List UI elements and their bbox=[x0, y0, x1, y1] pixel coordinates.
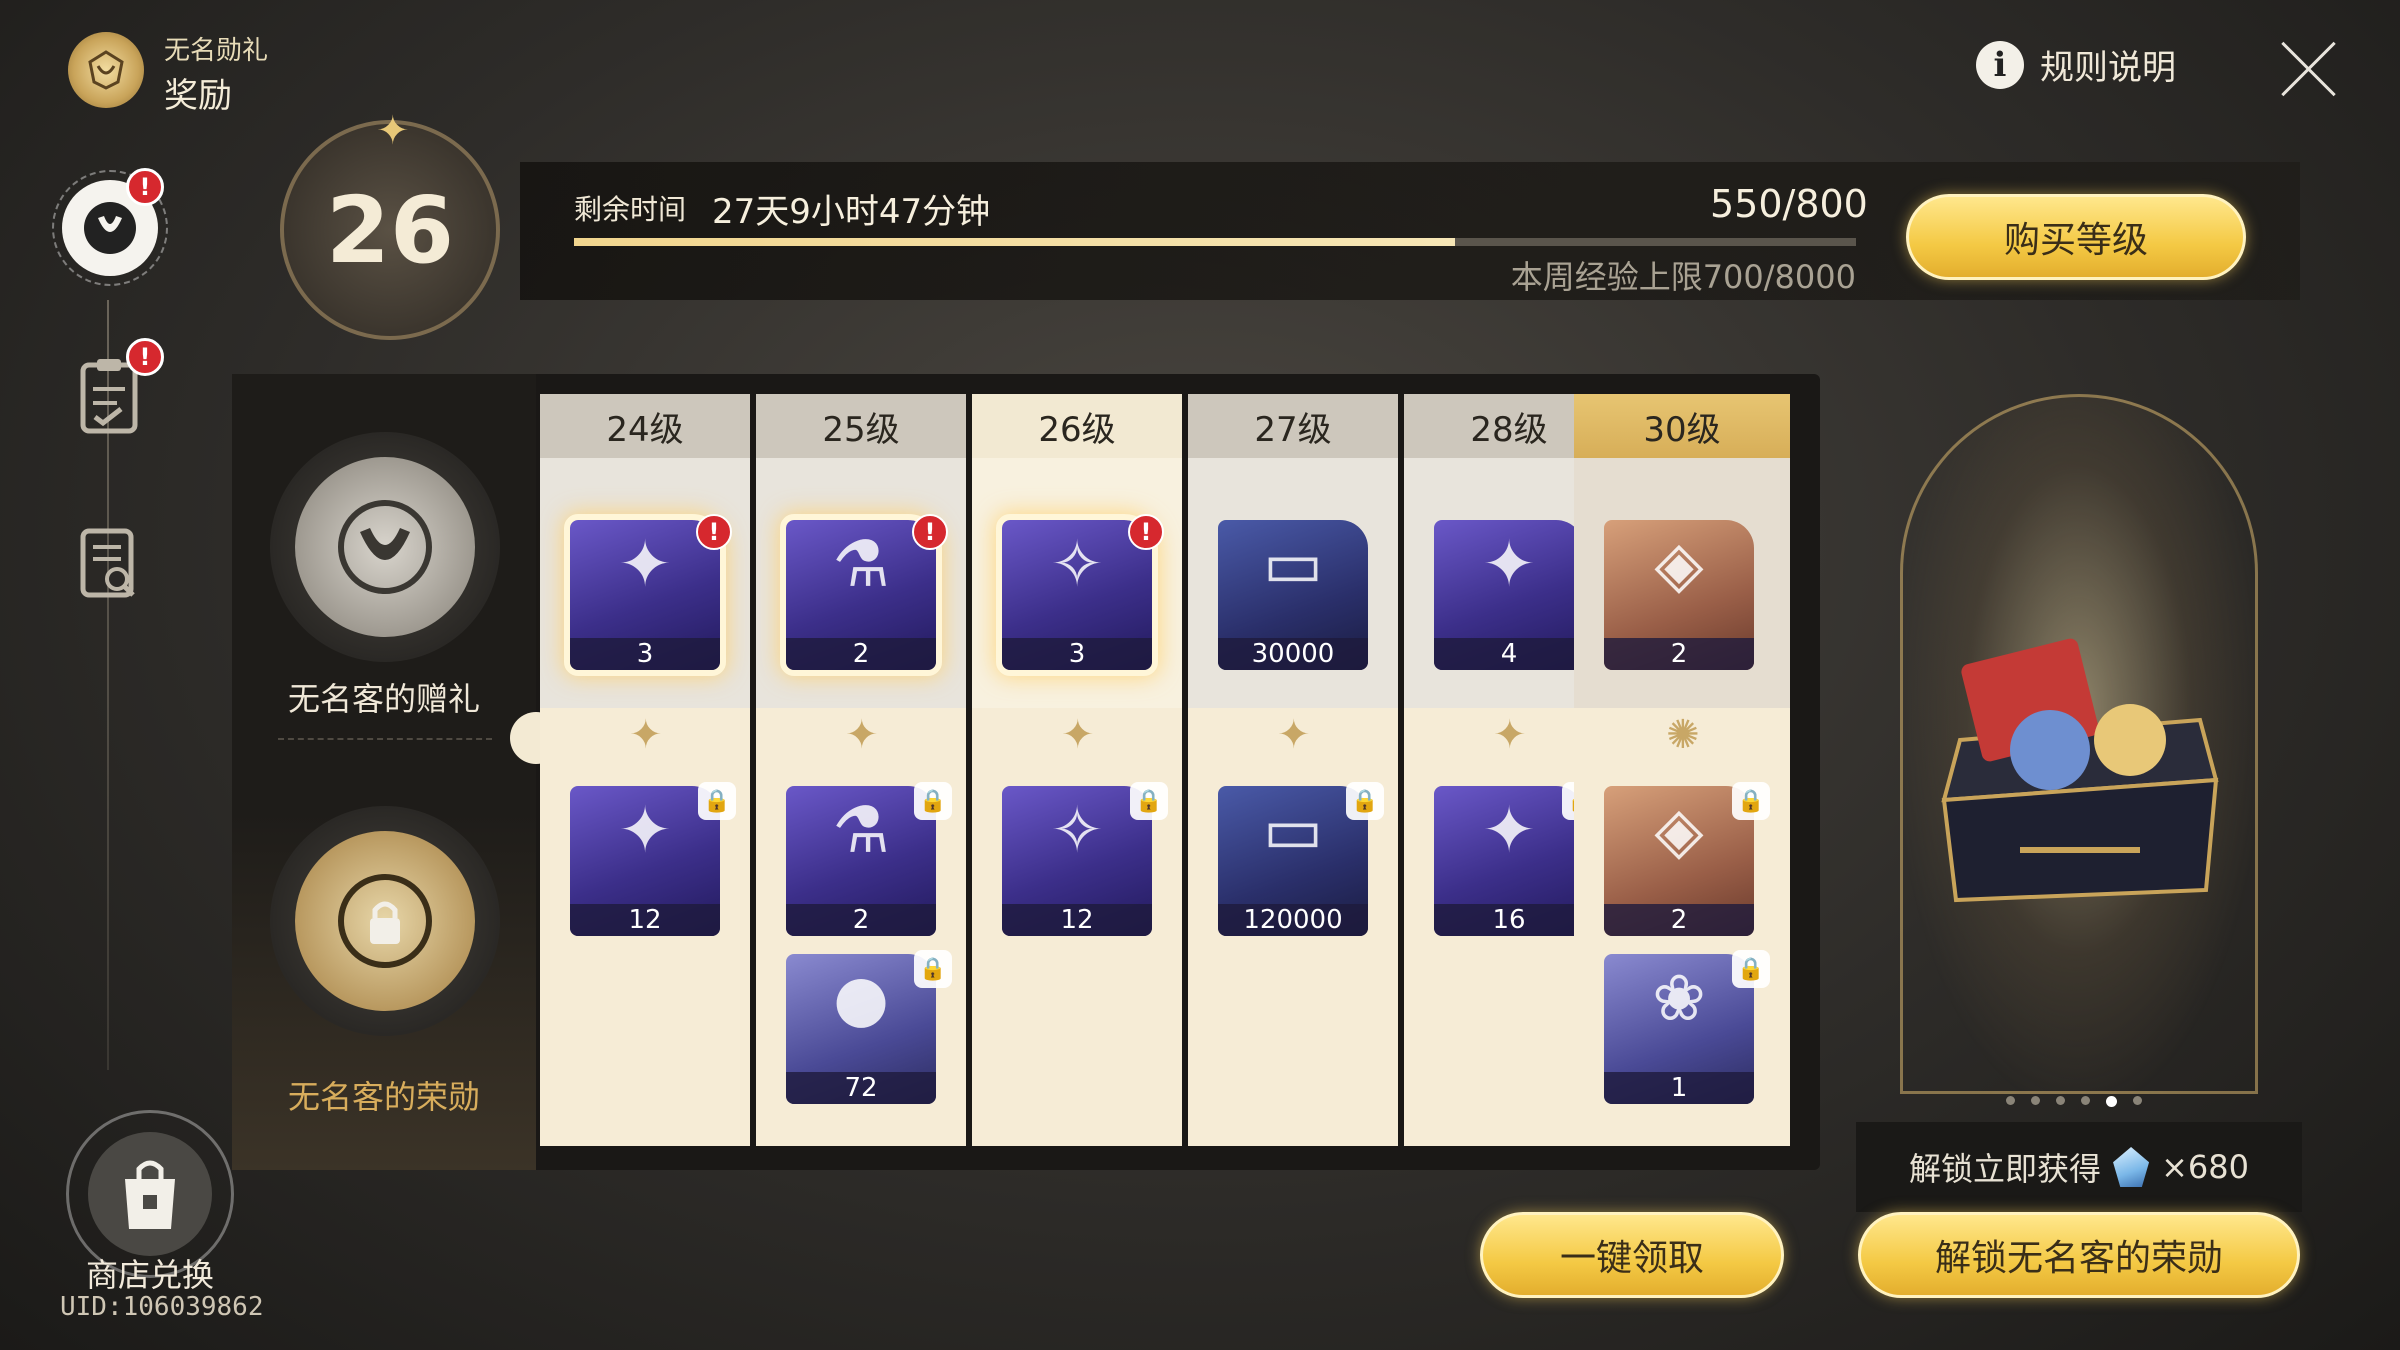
level-header: 30级 bbox=[1574, 394, 1790, 458]
shopping-bag-icon bbox=[88, 1132, 212, 1256]
ticket-reward[interactable]: ◈ 2 bbox=[1604, 520, 1754, 670]
level-header: 27级 bbox=[1188, 394, 1398, 458]
book-reward[interactable]: ✦ 4 bbox=[1434, 520, 1584, 670]
rules-button[interactable]: i 规则说明 bbox=[1976, 40, 2176, 89]
premium-track-icon bbox=[295, 831, 475, 1011]
reward-quantity: 12 bbox=[570, 904, 720, 936]
shop-label: 商店兑换 bbox=[85, 1256, 214, 1294]
reward-quantity: 12 bbox=[1002, 904, 1152, 936]
divider-star-icon: ✦ bbox=[1493, 712, 1527, 758]
reward-quantity: 2 bbox=[1604, 638, 1754, 670]
current-level: 26 bbox=[325, 176, 455, 284]
user-id: UID:106039862 bbox=[60, 1292, 264, 1322]
claimable-alert-icon: ! bbox=[1128, 514, 1164, 550]
reward-quantity: 1 bbox=[1604, 1072, 1754, 1104]
track-divider bbox=[278, 738, 492, 740]
lantern-reward[interactable]: ✧ 3 bbox=[996, 514, 1158, 676]
level-column: 30级 ✺ ◈ 2 ◈ 2 🔒 ❀ 1 🔒 bbox=[1574, 394, 1790, 1146]
unlock-premium-button[interactable]: 解锁无名客的荣勋 bbox=[1858, 1212, 2300, 1298]
unlock-reward-amount: ×680 bbox=[2161, 1148, 2249, 1186]
free-track-icon bbox=[295, 457, 475, 637]
carousel-dot[interactable] bbox=[2056, 1096, 2065, 1105]
level-label: 27级 bbox=[1254, 409, 1332, 450]
honor-logo-icon bbox=[68, 32, 144, 108]
level-header: 25级 bbox=[756, 394, 966, 458]
info-icon: i bbox=[1976, 40, 2024, 89]
rules-label: 规则说明 bbox=[2040, 48, 2176, 88]
level-column: 24级 ✦ ✦ 3! ✦ 12 🔒 bbox=[540, 394, 750, 1146]
lock-icon: 🔒 bbox=[914, 782, 952, 820]
level-header: 26级 bbox=[972, 394, 1182, 458]
book-reward[interactable]: ✦ 3 bbox=[564, 514, 726, 676]
unlock-reward-tip: 解锁立即获得 ×680 bbox=[1856, 1122, 2302, 1212]
carousel-dots[interactable] bbox=[2006, 1096, 2142, 1107]
reward-quantity: 16 bbox=[1434, 904, 1584, 936]
reward-quantity: 4 bbox=[1434, 638, 1584, 670]
claimable-alert-icon: ! bbox=[696, 514, 732, 550]
lock-icon: 🔒 bbox=[1346, 782, 1384, 820]
potion-reward[interactable]: ⚗ 2 bbox=[780, 514, 942, 676]
unlock-tip-label: 解锁立即获得 bbox=[1909, 1150, 2102, 1188]
credit-card-reward[interactable]: ▭ 30000 bbox=[1218, 520, 1368, 670]
ticket-icon: ◈ bbox=[1654, 528, 1704, 602]
divider-star-icon: ✦ bbox=[845, 712, 879, 758]
xp-progress-fill bbox=[574, 238, 1456, 246]
carousel-dot[interactable] bbox=[2006, 1096, 2015, 1105]
carousel-dot[interactable] bbox=[2081, 1096, 2090, 1105]
reward-quantity: 2 bbox=[786, 904, 936, 936]
document-search-icon bbox=[80, 528, 135, 598]
reward-quantity: 3 bbox=[570, 638, 720, 670]
close-icon[interactable] bbox=[2276, 36, 2342, 102]
alert-badge: ! bbox=[126, 168, 164, 206]
xp-progress-bar bbox=[574, 238, 1856, 246]
level-column: 25级 ✦ ⚗ 2! ⚗ 2 🔒 ● 72 🔒 bbox=[756, 394, 966, 1146]
nav-item-preview[interactable] bbox=[54, 510, 164, 620]
lock-icon: 🔒 bbox=[1732, 950, 1770, 988]
level-label: 24级 bbox=[606, 409, 684, 450]
free-track-emblem bbox=[270, 432, 500, 662]
stellar-jade-icon bbox=[2113, 1147, 2150, 1187]
premium-track-emblem bbox=[270, 806, 500, 1036]
star-icon: ✦ bbox=[376, 108, 410, 154]
reward-quantity: 3 bbox=[1002, 638, 1152, 670]
reward-quantity: 2 bbox=[1604, 904, 1754, 936]
time-remaining-value: 27天9小时47分钟 bbox=[712, 192, 991, 232]
page-subtitle: 无名勋礼 bbox=[164, 36, 269, 66]
claimable-alert-icon: ! bbox=[912, 514, 948, 550]
lock-icon: 🔒 bbox=[914, 950, 952, 988]
page-title: 奖励 bbox=[164, 76, 232, 116]
divider-star-icon: ✦ bbox=[629, 712, 663, 758]
lock-icon: 🔒 bbox=[1732, 782, 1770, 820]
claim-all-button[interactable]: 一键领取 bbox=[1480, 1212, 1784, 1298]
reward-quantity: 120000 bbox=[1218, 904, 1368, 936]
lock-icon: 🔒 bbox=[698, 782, 736, 820]
weekly-xp-cap: 本周经验上限700/8000 bbox=[1510, 258, 1856, 296]
carousel-dot[interactable] bbox=[2133, 1096, 2142, 1105]
reward-quantity: 72 bbox=[786, 1072, 936, 1104]
level-label: 25级 bbox=[822, 409, 900, 450]
lock-icon: 🔒 bbox=[1130, 782, 1168, 820]
book-icon: ✦ bbox=[1482, 528, 1536, 602]
xp-counter: 550/800 bbox=[1710, 182, 1868, 226]
level-label: 28级 bbox=[1470, 409, 1548, 450]
alert-badge: ! bbox=[126, 338, 164, 376]
level-column: 26级 ✦ ✧ 3! ✧ 12 🔒 bbox=[972, 394, 1182, 1146]
level-header: 24级 bbox=[540, 394, 750, 458]
reward-quantity: 2 bbox=[786, 638, 936, 670]
time-remaining-label: 剩余时间 bbox=[574, 193, 687, 226]
divider-star-icon: ✺ bbox=[1666, 712, 1700, 758]
carousel-dot[interactable] bbox=[2106, 1096, 2117, 1107]
credit-card-icon: ▭ bbox=[1262, 528, 1324, 602]
level-column: 27级 ✦ ▭ 30000 ▭ 120000 🔒 bbox=[1188, 394, 1398, 1146]
free-track-name: 无名客的赠礼 bbox=[287, 680, 480, 718]
buy-level-button[interactable]: 购买等级 bbox=[1906, 194, 2246, 280]
divider-star-icon: ✦ bbox=[1061, 712, 1095, 758]
level-label: 30级 bbox=[1643, 409, 1721, 450]
level-label: 26级 bbox=[1038, 409, 1116, 450]
carousel-dot[interactable] bbox=[2031, 1096, 2040, 1105]
treasure-chest-icon bbox=[1900, 620, 2260, 920]
premium-track-name: 无名客的荣勋 bbox=[287, 1078, 480, 1116]
reward-quantity: 30000 bbox=[1218, 638, 1368, 670]
divider-star-icon: ✦ bbox=[1277, 712, 1311, 758]
